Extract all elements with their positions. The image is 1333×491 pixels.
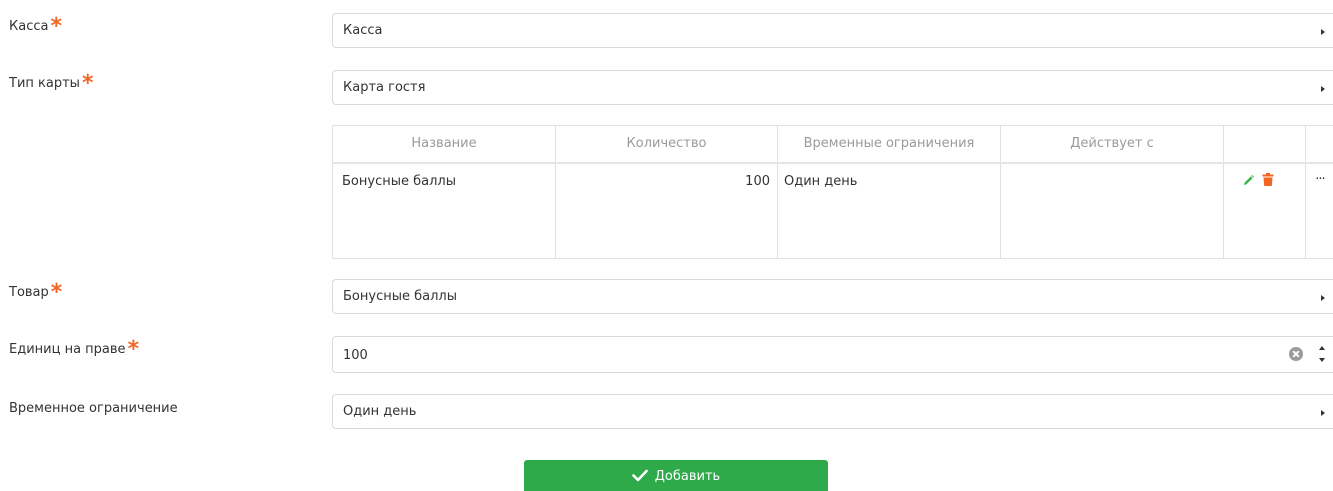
column-header-name[interactable]: Название: [333, 126, 555, 162]
time-limit-select[interactable]: Один день: [332, 394, 1333, 429]
cell-time-limit: Один день: [784, 174, 858, 189]
time-limit-value: Один день: [343, 404, 417, 419]
cell-valid-from: [1006, 164, 1218, 200]
more-actions-button[interactable]: ···: [1307, 172, 1333, 187]
column-header-quantity[interactable]: Количество: [556, 126, 777, 162]
units-per-right-value: 100: [343, 348, 368, 363]
column-divider: [1305, 126, 1306, 258]
add-button[interactable]: Добавить: [524, 460, 828, 491]
column-header-time-limits[interactable]: Временные ограничения: [778, 126, 1000, 162]
units-per-right-input[interactable]: 100: [332, 336, 1333, 373]
cash-register-select[interactable]: Касса: [332, 13, 1333, 48]
spin-down-icon[interactable]: [1319, 358, 1325, 362]
product-value: Бонусные баллы: [343, 289, 457, 304]
add-button-label: Добавить: [654, 469, 721, 484]
cell-quantity: 100: [745, 174, 770, 189]
trash-icon[interactable]: [1261, 172, 1275, 187]
column-divider: [1223, 126, 1224, 258]
spin-up-icon[interactable]: [1319, 346, 1325, 350]
card-type-select[interactable]: Карта гостя: [332, 70, 1333, 105]
cash-register-label: Касса*: [9, 14, 62, 39]
units-per-right-label: Единиц на праве*: [9, 337, 140, 362]
rights-table: Название Количество Временные ограничени…: [332, 125, 1333, 259]
required-mark: *: [127, 337, 140, 362]
required-mark: *: [81, 71, 94, 96]
product-select[interactable]: Бонусные баллы: [332, 279, 1333, 314]
product-label: Товар*: [9, 280, 63, 305]
required-mark: *: [50, 280, 63, 305]
pencil-icon[interactable]: [1241, 173, 1255, 187]
time-limit-label: Временное ограничение: [9, 401, 178, 416]
caret-right-icon: [1321, 295, 1325, 301]
caret-right-icon: [1321, 86, 1325, 92]
clear-icon[interactable]: [1289, 347, 1303, 361]
column-header-valid-from[interactable]: Действует с: [1001, 126, 1223, 162]
cash-register-value: Касса: [343, 23, 383, 38]
card-type-label: Тип карты*: [9, 71, 94, 96]
required-mark: *: [50, 14, 62, 39]
add-right-form: Касса* Касса Тип карты* Карта гостя Назв…: [0, 0, 1333, 491]
card-type-value: Карта гостя: [343, 80, 426, 95]
caret-right-icon: [1321, 410, 1325, 416]
cell-name: Бонусные баллы: [342, 174, 456, 189]
caret-right-icon: [1321, 29, 1325, 35]
check-icon: [631, 469, 648, 486]
